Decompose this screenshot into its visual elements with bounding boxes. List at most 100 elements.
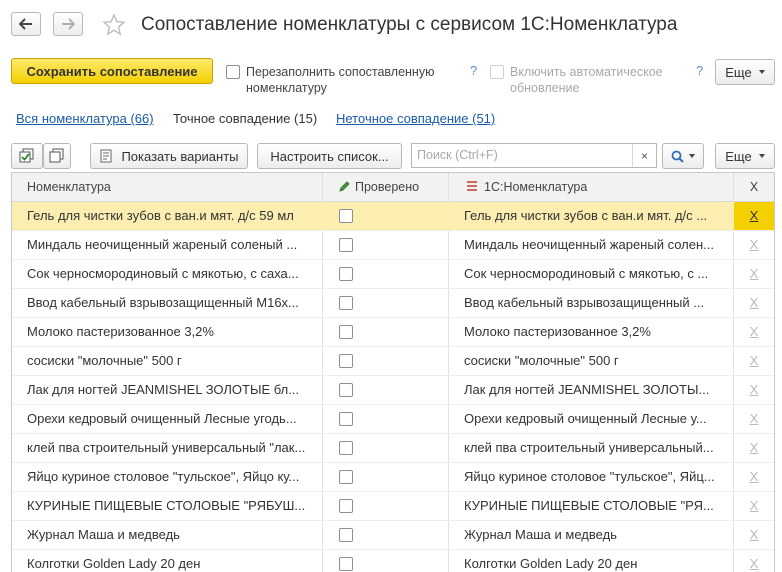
unlink-x-link[interactable]: X bbox=[734, 231, 774, 259]
table-row[interactable]: Ввод кабельный взрывозащищенный М16х... В… bbox=[12, 289, 774, 318]
service-nomenclature-cell[interactable]: Ввод кабельный взрывозащищенный ... bbox=[464, 289, 726, 317]
auto-update-label: Включить автоматическое обновление bbox=[510, 65, 663, 95]
nomenclature-cell[interactable]: клей пва строительный универсальный "лак… bbox=[27, 434, 315, 462]
nomenclature-cell[interactable]: Сок черносмородиновый с мякотью, с саха.… bbox=[27, 260, 315, 288]
service-nomenclature-cell[interactable]: Колготки Golden Lady 20 ден bbox=[464, 550, 726, 572]
service-nomenclature-cell[interactable]: Яйцо куриное столовое "тульское", Яйц... bbox=[464, 463, 726, 491]
checked-checkbox[interactable] bbox=[339, 383, 353, 397]
table-row[interactable]: Миндаль неочищенный жареный соленый ... М… bbox=[12, 231, 774, 260]
close-icon: × bbox=[640, 148, 648, 163]
table-row[interactable]: Лак для ногтей JEANMISHEL ЗОЛОТЫЕ бл... Л… bbox=[12, 376, 774, 405]
checked-checkbox[interactable] bbox=[339, 354, 353, 368]
save-mapping-button[interactable]: Сохранить сопоставление bbox=[11, 58, 213, 84]
unlink-x-link[interactable]: X bbox=[734, 318, 774, 346]
table-body: Гель для чистки зубов с ван.и мят. д/с 5… bbox=[12, 202, 774, 572]
nomenclature-cell[interactable]: КУРИНЫЕ ПИЩЕВЫЕ СТОЛОВЫЕ "РЯБУШ... bbox=[27, 492, 315, 520]
column-header-checked[interactable]: Проверено bbox=[338, 173, 419, 202]
table-header: Номенклатура Проверено 1С:Номенклатура X bbox=[12, 173, 774, 202]
uncheck-all-button[interactable] bbox=[43, 143, 71, 169]
clear-search-button[interactable]: × bbox=[632, 144, 656, 167]
search-input[interactable]: Поиск (Ctrl+F) × bbox=[411, 143, 657, 168]
unlink-x-link[interactable]: X bbox=[734, 521, 774, 549]
refill-help-icon[interactable]: ? bbox=[470, 63, 477, 78]
pencil-icon bbox=[339, 181, 350, 192]
nomenclature-cell[interactable]: Колготки Golden Lady 20 ден bbox=[27, 550, 315, 572]
service-nomenclature-cell[interactable]: Миндаль неочищенный жареный солен... bbox=[464, 231, 726, 259]
unlink-x-link[interactable]: X bbox=[734, 347, 774, 375]
nomenclature-cell[interactable]: Орехи кедровый очищенный Лесные угодь... bbox=[27, 405, 315, 433]
check-all-button[interactable] bbox=[11, 143, 43, 169]
table-row[interactable]: Сок черносмородиновый с мякотью, с саха.… bbox=[12, 260, 774, 289]
service-nomenclature-cell[interactable]: Журнал Маша и медведь bbox=[464, 521, 726, 549]
unlink-x-link[interactable]: X bbox=[734, 260, 774, 288]
service-nomenclature-cell[interactable]: Гель для чистки зубов с ван.и мят. д/с .… bbox=[464, 202, 726, 230]
nomenclature-cell[interactable]: Яйцо куриное столовое "тульское", Яйцо к… bbox=[27, 463, 315, 491]
nomenclature-cell[interactable]: Ввод кабельный взрывозащищенный М16х... bbox=[27, 289, 315, 317]
checked-checkbox[interactable] bbox=[339, 325, 353, 339]
nomenclature-cell[interactable]: Молоко пастеризованное 3,2% bbox=[27, 318, 315, 346]
back-button[interactable] bbox=[11, 12, 41, 36]
tab-all-nomenclature[interactable]: Вся номенклатура (66) bbox=[16, 111, 154, 126]
checked-checkbox[interactable] bbox=[339, 296, 353, 310]
column-header-x[interactable]: X bbox=[734, 173, 774, 202]
favorite-star-icon[interactable] bbox=[102, 13, 126, 37]
uncheck-all-icon bbox=[49, 148, 64, 163]
nomenclature-cell[interactable]: Гель для чистки зубов с ван.и мят. д/с 5… bbox=[27, 202, 315, 230]
search-options-button[interactable] bbox=[662, 143, 704, 169]
table-row[interactable]: Яйцо куриное столовое "тульское", Яйцо к… bbox=[12, 463, 774, 492]
show-variants-button[interactable]: Показать варианты bbox=[90, 143, 248, 169]
nomenclature-cell[interactable]: сосиски "молочные" 500 г bbox=[27, 347, 315, 375]
window-title: Сопоставление номенклатуры с сервисом 1С… bbox=[141, 14, 678, 35]
tab-inexact-match[interactable]: Неточное совпадение (51) bbox=[336, 111, 495, 126]
search-icon bbox=[671, 150, 684, 163]
column-header-service[interactable]: 1С:Номенклатура bbox=[466, 173, 587, 202]
unlink-x-link[interactable]: X bbox=[734, 492, 774, 520]
checked-checkbox[interactable] bbox=[339, 412, 353, 426]
unlink-x-link[interactable]: X bbox=[734, 434, 774, 462]
refill-label: Перезаполнить сопоставленную номенклатур… bbox=[246, 65, 435, 95]
service-nomenclature-cell[interactable]: Сок черносмородиновый с мякотью, с ... bbox=[464, 260, 726, 288]
auto-update-help-icon[interactable]: ? bbox=[696, 63, 703, 78]
table-row[interactable]: КУРИНЫЕ ПИЩЕВЫЕ СТОЛОВЫЕ "РЯБУШ... КУРИНЫ… bbox=[12, 492, 774, 521]
checked-checkbox[interactable] bbox=[339, 557, 353, 571]
service-nomenclature-cell[interactable]: Орехи кедровый очищенный Лесные у... bbox=[464, 405, 726, 433]
table-row[interactable]: Гель для чистки зубов с ван.и мят. д/с 5… bbox=[12, 202, 774, 231]
checked-checkbox[interactable] bbox=[339, 209, 353, 223]
service-nomenclature-cell[interactable]: сосиски "молочные" 500 г bbox=[464, 347, 726, 375]
more-actions-button[interactable]: Еще bbox=[715, 59, 775, 85]
show-variants-label: Показать варианты bbox=[121, 148, 239, 164]
nomenclature-cell[interactable]: Миндаль неочищенный жареный соленый ... bbox=[27, 231, 315, 259]
table-row[interactable]: клей пва строительный универсальный "лак… bbox=[12, 434, 774, 463]
nomenclature-cell[interactable]: Журнал Маша и медведь bbox=[27, 521, 315, 549]
checked-checkbox[interactable] bbox=[339, 499, 353, 513]
service-nomenclature-cell[interactable]: Молоко пастеризованное 3,2% bbox=[464, 318, 726, 346]
checked-checkbox[interactable] bbox=[339, 267, 353, 281]
table-row[interactable]: сосиски "молочные" 500 г сосиски "молочны… bbox=[12, 347, 774, 376]
service-nomenclature-cell[interactable]: КУРИНЫЕ ПИЩЕВЫЕ СТОЛОВЫЕ "РЯ... bbox=[464, 492, 726, 520]
unlink-x-link[interactable]: X bbox=[734, 376, 774, 404]
nomenclature-cell[interactable]: Лак для ногтей JEANMISHEL ЗОЛОТЫЕ бл... bbox=[27, 376, 315, 404]
checked-checkbox[interactable] bbox=[339, 470, 353, 484]
tab-exact-match[interactable]: Точное совпадение (15) bbox=[173, 111, 317, 126]
unlink-x-link[interactable]: X bbox=[734, 405, 774, 433]
checked-checkbox[interactable] bbox=[339, 528, 353, 542]
forward-button[interactable] bbox=[53, 12, 83, 36]
column-header-service-label: 1С:Номенклатура bbox=[484, 180, 588, 194]
table-row[interactable]: Журнал Маша и медведь Журнал Маша и медве… bbox=[12, 521, 774, 550]
service-nomenclature-cell[interactable]: клей пва строительный универсальный... bbox=[464, 434, 726, 462]
configure-list-button[interactable]: Настроить список... bbox=[257, 143, 402, 169]
column-header-nomenclature[interactable]: Номенклатура bbox=[27, 173, 111, 202]
checked-checkbox[interactable] bbox=[339, 238, 353, 252]
more-table-button[interactable]: Еще bbox=[715, 143, 775, 169]
checked-checkbox[interactable] bbox=[339, 441, 353, 455]
unlink-x-link[interactable]: X bbox=[734, 463, 774, 491]
unlink-x-link[interactable]: X bbox=[734, 289, 774, 317]
unlink-x-link[interactable]: X bbox=[734, 550, 774, 572]
refill-checkbox[interactable] bbox=[226, 65, 240, 79]
check-all-icon bbox=[19, 148, 34, 163]
unlink-x-link[interactable]: X bbox=[734, 202, 774, 230]
service-nomenclature-cell[interactable]: Лак для ногтей JEANMISHEL ЗОЛОТЫ... bbox=[464, 376, 726, 404]
table-row[interactable]: Колготки Golden Lady 20 ден Колготки Gold… bbox=[12, 550, 774, 572]
table-row[interactable]: Орехи кедровый очищенный Лесные угодь...… bbox=[12, 405, 774, 434]
table-row[interactable]: Молоко пастеризованное 3,2% Молоко пастер… bbox=[12, 318, 774, 347]
